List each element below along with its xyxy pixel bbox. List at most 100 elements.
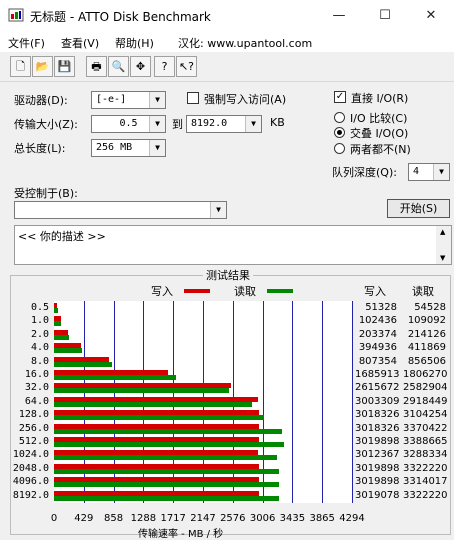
- chevron-down-icon: ▼: [149, 116, 165, 132]
- legend-write-label: 写入: [151, 285, 173, 298]
- overlap-io-label: 交叠 I/O(O): [350, 127, 409, 140]
- read-value: 3322220: [403, 489, 448, 501]
- controlled-by-select[interactable]: ▼: [14, 201, 227, 219]
- io-compare-label: I/O 比较(C): [350, 112, 408, 125]
- move-icon[interactable]: ✥: [130, 56, 151, 77]
- read-bar: [54, 388, 230, 394]
- y-tick-label: 4.0: [30, 342, 49, 354]
- x-tick-label: 3865: [309, 513, 335, 524]
- neither-radio[interactable]: [334, 143, 345, 154]
- read-value: 3388665: [403, 436, 448, 447]
- menu-help[interactable]: 帮助(H): [115, 35, 154, 51]
- chevron-down-icon: ▼: [433, 164, 449, 180]
- legend-read-label: 读取: [234, 285, 256, 298]
- read-bar: [54, 415, 265, 421]
- x-tick-label: 4294: [339, 513, 365, 524]
- drive-select[interactable]: [-e-] ▼: [91, 91, 166, 109]
- write-value: 203374: [358, 328, 397, 340]
- x-tick-label: 858: [104, 513, 124, 524]
- direct-io-checkbox[interactable]: ✓: [334, 91, 346, 103]
- read-bar: [54, 482, 279, 488]
- results-title: 测试结果: [203, 267, 253, 283]
- direct-io-label: 直接 I/O(R): [351, 92, 409, 105]
- neither-label: 两者都不(N): [350, 143, 411, 156]
- total-length-label: 总长度(L):: [14, 142, 66, 155]
- x-tick-label: 0: [50, 513, 58, 524]
- to-label: 到: [172, 118, 183, 131]
- y-tick-label: 16.0: [24, 369, 49, 380]
- read-value: 3288334: [403, 449, 448, 461]
- y-tick-label: 8.0: [30, 355, 49, 367]
- y-tick-label: 256.0: [18, 422, 49, 434]
- queue-depth-value: 4: [413, 166, 420, 177]
- read-bar: [54, 442, 284, 447]
- x-axis-label: 传输速率 - MB / 秒: [138, 529, 224, 540]
- print-preview-icon[interactable]: 🔍: [108, 56, 129, 77]
- app-icon: [8, 8, 24, 22]
- write-value: 2615672: [355, 382, 400, 394]
- read-bar: [54, 334, 69, 340]
- read-value: 3370422: [403, 422, 448, 434]
- write-value: 3019898: [355, 476, 400, 488]
- save-icon[interactable]: 💾: [54, 56, 75, 77]
- x-tick-label: 3435: [279, 513, 306, 524]
- read-value: 54528: [414, 302, 446, 313]
- y-tick-label: 64.0: [24, 395, 49, 407]
- overlap-io-radio[interactable]: [334, 127, 345, 138]
- x-tick-label: 3006: [249, 513, 276, 524]
- print-icon[interactable]: 🖶: [86, 56, 107, 77]
- read-value: 2918449: [403, 395, 448, 407]
- minimize-button[interactable]: —: [316, 0, 362, 31]
- write-value: 51328: [365, 302, 397, 313]
- start-button[interactable]: 开始(S): [387, 199, 450, 218]
- open-folder-icon[interactable]: 📂: [32, 56, 53, 77]
- read-bar: [54, 361, 113, 367]
- y-tick-label: 1.0: [30, 315, 49, 327]
- description-text: << 你的描述 >>: [18, 230, 106, 243]
- scroll-up-icon[interactable]: ▲: [440, 228, 445, 236]
- legend-read-swatch: [267, 289, 293, 293]
- write-value: 102436: [358, 315, 397, 327]
- y-tick-label: 128.0: [18, 409, 49, 421]
- kb-unit-label: KB: [270, 116, 285, 129]
- read-value: 411869: [407, 342, 446, 354]
- y-tick-label: 0.5: [30, 302, 49, 313]
- read-bar: [54, 375, 177, 380]
- total-length-select[interactable]: 256 MB ▼: [91, 139, 166, 157]
- help-icon[interactable]: ?: [154, 56, 175, 77]
- write-value: 394936: [358, 342, 397, 354]
- maximize-button[interactable]: ☐: [362, 0, 408, 31]
- menu-view[interactable]: 查看(V): [61, 35, 99, 51]
- read-value: 3322220: [403, 462, 448, 474]
- read-bar: [54, 348, 82, 354]
- transfer-from-select[interactable]: 0.5 ▼: [91, 115, 166, 133]
- y-tick-label: 2048.0: [12, 462, 49, 474]
- chevron-down-icon: ▼: [245, 116, 261, 132]
- new-file-icon[interactable]: 🗋: [10, 56, 31, 77]
- x-tick-label: 1288: [130, 513, 157, 524]
- transfer-to-select[interactable]: 8192.0 ▼: [186, 115, 262, 133]
- read-bar: [54, 401, 252, 407]
- y-tick-label: 32.0: [24, 382, 49, 394]
- io-compare-radio[interactable]: [334, 112, 345, 123]
- y-tick-label: 1024.0: [12, 449, 49, 461]
- read-column-header: 读取: [412, 285, 434, 298]
- legend-write-swatch: [184, 289, 210, 293]
- write-value: 1685913: [355, 369, 400, 380]
- grid-line: [352, 301, 353, 503]
- chevron-down-icon: ▼: [210, 202, 226, 218]
- menu-file[interactable]: 文件(F): [8, 35, 45, 51]
- menu-localized-credit[interactable]: 汉化: www.upantool.com: [178, 35, 312, 51]
- force-write-checkbox[interactable]: [187, 92, 199, 104]
- write-value: 807354: [358, 355, 397, 367]
- read-bar: [54, 428, 283, 434]
- close-button[interactable]: ✕: [408, 0, 454, 31]
- read-value: 109092: [407, 315, 446, 327]
- drive-label: 驱动器(D):: [14, 94, 68, 107]
- context-help-icon[interactable]: ↖?: [176, 56, 197, 77]
- transfer-to-value: 8192.0: [191, 118, 228, 129]
- queue-depth-select[interactable]: 4 ▼: [408, 163, 450, 181]
- scroll-down-icon[interactable]: ▼: [440, 254, 445, 262]
- write-value: 3003309: [355, 395, 400, 407]
- force-write-label: 强制写入访问(A): [204, 93, 287, 106]
